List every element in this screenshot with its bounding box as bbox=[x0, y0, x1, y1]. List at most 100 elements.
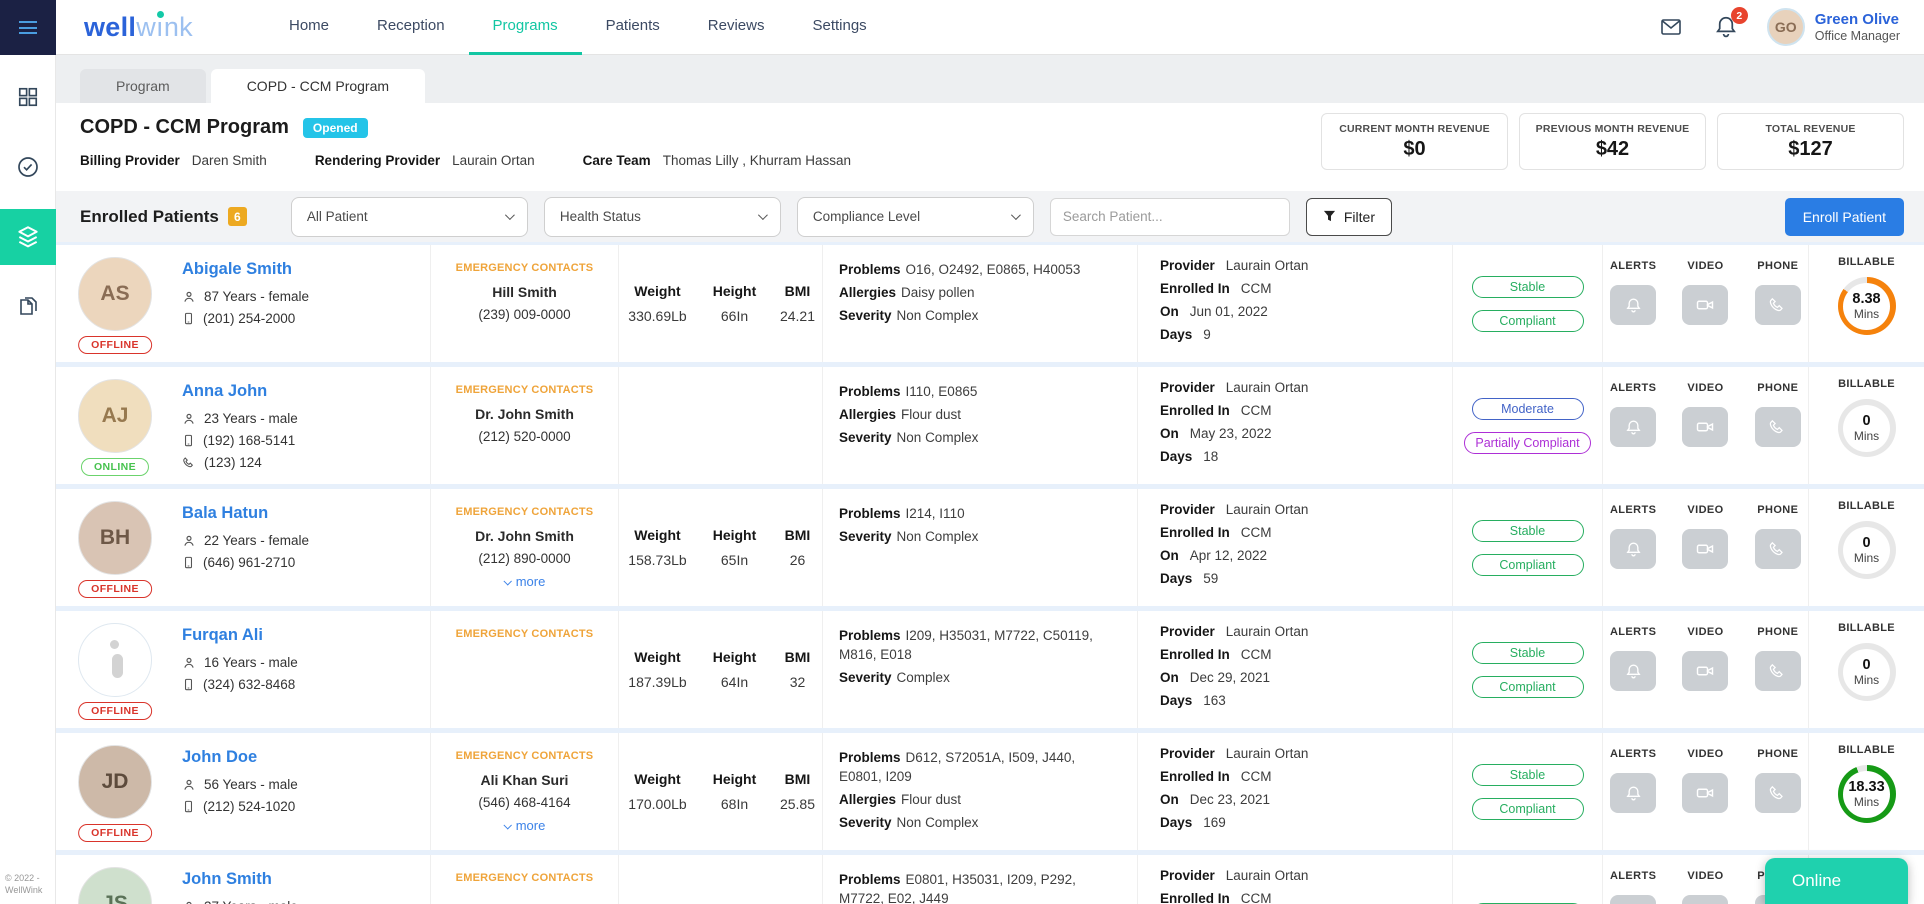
patient-type-select[interactable]: All Patient bbox=[290, 196, 528, 237]
video-button[interactable] bbox=[1682, 651, 1729, 691]
vitals-cell: Weight Height BMI 187.39Lb 64In 32 bbox=[618, 611, 822, 728]
provider-line: Provider Laurain Ortan bbox=[1160, 502, 1309, 517]
alerts-button[interactable] bbox=[1610, 285, 1657, 325]
search-input[interactable] bbox=[1049, 197, 1290, 236]
video-label: VIDEO bbox=[1687, 260, 1724, 272]
video-label: VIDEO bbox=[1687, 504, 1724, 516]
patient-name-link[interactable]: John Doe bbox=[182, 748, 298, 767]
video-button[interactable] bbox=[1682, 285, 1729, 325]
billable-ring: 0 Mins bbox=[1837, 643, 1896, 701]
notifications-button[interactable]: 2 bbox=[1713, 7, 1748, 40]
messages-button[interactable] bbox=[1657, 15, 1685, 39]
filter-button[interactable]: Filter bbox=[1305, 197, 1392, 236]
patient-name-link[interactable]: Abigale Smith bbox=[182, 260, 309, 279]
alerts-button[interactable] bbox=[1610, 407, 1657, 447]
tab-copd-ccm-program[interactable]: COPD - CCM Program bbox=[210, 69, 426, 103]
mail-icon bbox=[1660, 19, 1681, 35]
mobile-phone: (192) 168-5141 bbox=[182, 433, 298, 448]
alerts-button[interactable] bbox=[1610, 773, 1657, 813]
enrolled-in-line: Enrolled In CCM bbox=[1160, 403, 1272, 418]
mobile-icon bbox=[184, 434, 193, 447]
enrolled-on-line: On Jun 01, 2022 bbox=[1160, 304, 1268, 319]
vitals-cell: Weight Height BMI bbox=[618, 855, 822, 904]
video-label: VIDEO bbox=[1687, 626, 1724, 638]
provider-line: Provider Laurain Ortan bbox=[1160, 868, 1309, 883]
nav-programs[interactable]: Programs bbox=[468, 0, 582, 55]
video-button[interactable] bbox=[1682, 529, 1729, 569]
enrolled-in-line: Enrolled In CCM bbox=[1160, 525, 1272, 540]
emergency-contacts-label: EMERGENCY CONTACTS bbox=[455, 628, 594, 640]
wellwink-logo[interactable]: wellwı nk bbox=[84, 10, 193, 43]
emergency-contact-phone: (239) 009-0000 bbox=[478, 307, 571, 322]
hamburger-menu-button[interactable] bbox=[0, 0, 56, 55]
billable-label: BILLABLE bbox=[1838, 500, 1895, 512]
video-button[interactable] bbox=[1682, 773, 1729, 813]
patient-name-link[interactable]: John Smith bbox=[182, 870, 298, 889]
mobile-phone: (201) 254-2000 bbox=[182, 311, 309, 326]
more-link[interactable]: more bbox=[503, 574, 545, 589]
provider-line: Provider Laurain Ortan bbox=[1160, 746, 1309, 761]
alerts-button[interactable] bbox=[1610, 651, 1657, 691]
user-menu[interactable]: GO Green Olive Office Manager bbox=[1766, 8, 1900, 46]
problems-cell: Problems E0801, H35031, I209, P292, M7722… bbox=[822, 855, 1137, 904]
enroll-patient-button[interactable]: Enroll Patient bbox=[1784, 197, 1904, 236]
patient-count-badge: 6 bbox=[227, 207, 247, 226]
video-camera-icon bbox=[1697, 544, 1714, 554]
problems-line: Problems D612, S72051A, I509, J440, E0801… bbox=[839, 750, 1076, 785]
phone-label: PHONE bbox=[1757, 260, 1799, 272]
video-button[interactable] bbox=[1682, 895, 1729, 904]
nav-reception[interactable]: Reception bbox=[353, 0, 469, 55]
bmi-value: 32 bbox=[789, 674, 806, 690]
alerts-button[interactable] bbox=[1610, 529, 1657, 569]
video-button[interactable] bbox=[1682, 407, 1729, 447]
vitals-cell: Weight Height BMI 158.73Lb 65In 26 bbox=[618, 489, 822, 606]
health-status-select[interactable]: Health Status bbox=[543, 196, 781, 237]
emergency-contacts-label: EMERGENCY CONTACTS bbox=[455, 750, 594, 762]
enrolled-in-line: Enrolled In CCM bbox=[1160, 647, 1272, 662]
billable-cell: BILLABLE 8.38 Mins bbox=[1808, 245, 1924, 362]
phone-button[interactable] bbox=[1754, 651, 1801, 691]
chat-online-button[interactable]: Online bbox=[1765, 858, 1908, 904]
sidebar-item-tasks[interactable] bbox=[0, 139, 56, 195]
phone-button[interactable] bbox=[1754, 773, 1801, 813]
patient-name-link[interactable]: Bala Hatun bbox=[182, 504, 309, 523]
tab-program[interactable]: Program bbox=[80, 69, 206, 103]
phone-icon bbox=[183, 456, 194, 467]
billable-ring: 0 Mins bbox=[1837, 399, 1896, 457]
mobile-icon bbox=[184, 312, 193, 325]
age-gender: 16 Years - male bbox=[182, 655, 298, 670]
chevron-down-icon bbox=[504, 210, 515, 221]
more-link[interactable]: more bbox=[503, 818, 545, 833]
enrolled-days-line: Days 169 bbox=[1160, 815, 1226, 830]
height-value: 65In bbox=[720, 552, 749, 568]
sidebar-item-documents[interactable] bbox=[0, 279, 56, 335]
mins-label: Mins bbox=[1853, 795, 1880, 809]
notification-count-badge: 2 bbox=[1730, 7, 1748, 24]
nav-settings[interactable]: Settings bbox=[788, 0, 890, 55]
emergency-contacts-cell: EMERGENCY CONTACTS Ali Khan Suri (546) 4… bbox=[430, 733, 618, 850]
health-status-badge: Stable bbox=[1471, 275, 1584, 298]
enrolled-patients-title: Enrolled Patients bbox=[80, 206, 219, 226]
sidebar-item-dashboard[interactable] bbox=[0, 69, 56, 125]
sidebar-item-programs[interactable] bbox=[0, 209, 56, 265]
phone-button[interactable] bbox=[1754, 407, 1801, 447]
alerts-label: ALERTS bbox=[1609, 260, 1657, 272]
nav-patients[interactable]: Patients bbox=[582, 0, 684, 55]
phone-button[interactable] bbox=[1754, 285, 1801, 325]
phone-button[interactable] bbox=[1754, 529, 1801, 569]
presence-badge: OFFLINE bbox=[78, 580, 152, 598]
nav-home[interactable]: Home bbox=[265, 0, 353, 55]
previous-month-revenue-card: PREVIOUS MONTH REVENUE $42 bbox=[1519, 113, 1706, 170]
alerts-button[interactable] bbox=[1610, 895, 1657, 904]
nav-reviews[interactable]: Reviews bbox=[684, 0, 789, 55]
mobile-phone: (324) 632-8468 bbox=[182, 677, 298, 692]
patient-name-link[interactable]: Anna John bbox=[182, 382, 298, 401]
patient-name-link[interactable]: Furqan Ali bbox=[182, 626, 298, 645]
program-tabbar: Program COPD - CCM Program bbox=[56, 55, 1924, 103]
billable-ring: 18.33 Mins bbox=[1837, 765, 1896, 823]
alerts-label: ALERTS bbox=[1609, 626, 1657, 638]
billable-mins-value: 18.33 bbox=[1848, 779, 1885, 795]
alerts-label: ALERTS bbox=[1609, 382, 1657, 394]
billable-label: BILLABLE bbox=[1838, 744, 1895, 756]
compliance-level-select[interactable]: Compliance Level bbox=[796, 196, 1034, 237]
